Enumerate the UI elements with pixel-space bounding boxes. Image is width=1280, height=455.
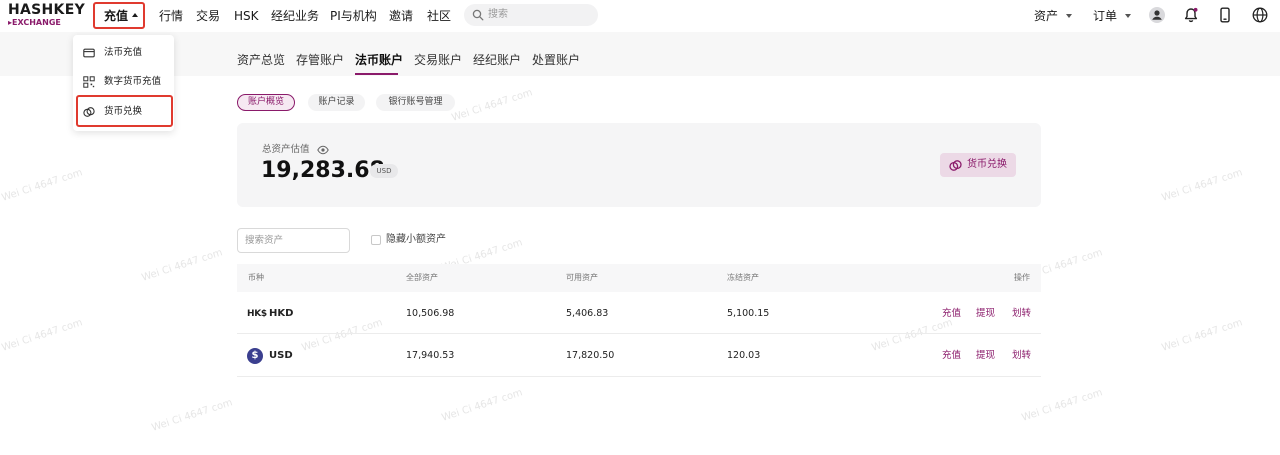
subtab-bank-accounts[interactable]: 银行账号管理 bbox=[376, 94, 455, 111]
watermark-text: Wei Ci 4647 com bbox=[440, 387, 524, 424]
top-navbar: HASHKEY ▸EXCHANGE 充值 行情 交易 HSK 经纪业务 PI与机… bbox=[0, 0, 1280, 32]
tab-brokerage-account[interactable]: 经纪账户 bbox=[473, 52, 521, 68]
caret-up-icon bbox=[132, 12, 139, 17]
nav-deposit-label: 充值 bbox=[104, 9, 129, 23]
transfer-link[interactable]: 划转 bbox=[1012, 308, 1031, 320]
usd-icon: $ bbox=[247, 348, 263, 364]
nav-assets-label: 资产 bbox=[1034, 9, 1059, 23]
watermark-text: Wei Ci 4647 com bbox=[140, 247, 224, 284]
transfer-link[interactable]: 划转 bbox=[1012, 350, 1031, 362]
nav-assets-menu[interactable]: 资产 bbox=[1034, 8, 1073, 24]
watermark-text: Wei Ci 4647 com bbox=[0, 317, 84, 354]
hide-small-assets-checkbox[interactable] bbox=[371, 235, 381, 245]
frozen-value: 120.03 bbox=[727, 350, 761, 361]
nav-deposit[interactable]: 充值 bbox=[104, 8, 139, 24]
withdraw-link[interactable]: 提现 bbox=[976, 350, 995, 362]
tab-disposal-account[interactable]: 处置账户 bbox=[532, 52, 580, 68]
top-search[interactable]: 搜索 bbox=[464, 4, 598, 26]
nav-market[interactable]: 行情 bbox=[159, 8, 183, 24]
watermark-text: Wei Ci 4647 com bbox=[1160, 167, 1244, 204]
logo-subtitle: ▸EXCHANGE bbox=[8, 18, 61, 27]
watermark-text: Wei Ci 4647 com bbox=[1160, 317, 1244, 354]
total-value: 10,506.98 bbox=[406, 308, 455, 319]
currency-exchange-highlight-box bbox=[76, 95, 173, 127]
assets-table-header: 币种 全部资产 可用资产 冻结资产 操作 bbox=[237, 264, 1041, 292]
globe-language-icon[interactable] bbox=[1251, 6, 1269, 24]
col-available: 可用资产 bbox=[566, 273, 598, 282]
col-actions: 操作 bbox=[1014, 273, 1030, 282]
subtab-account-overview[interactable]: 账户概览 bbox=[237, 94, 295, 111]
chevron-down-icon bbox=[1066, 13, 1073, 18]
hashkey-logo[interactable]: HASHKEY ▸EXCHANGE bbox=[8, 2, 86, 29]
watermark-text: Wei Ci 4647 com bbox=[0, 167, 84, 204]
col-currency: 币种 bbox=[248, 273, 264, 282]
user-avatar-icon[interactable] bbox=[1148, 6, 1166, 24]
currency-code: HKD bbox=[269, 308, 294, 319]
currency-code: USD bbox=[269, 350, 293, 361]
logo-wordmark: HASHKEY bbox=[8, 2, 86, 18]
tab-trading-account[interactable]: 交易账户 bbox=[414, 52, 462, 68]
nav-orders-label: 订单 bbox=[1093, 9, 1118, 23]
chevron-down-icon bbox=[1125, 13, 1132, 18]
total-assets-value: 19,283.68 bbox=[261, 158, 385, 183]
withdraw-link[interactable]: 提现 bbox=[976, 308, 995, 320]
hkd-icon: HK$ bbox=[247, 309, 267, 319]
account-tabs-bar bbox=[0, 32, 1280, 76]
search-icon bbox=[472, 9, 484, 21]
nav-brokerage[interactable]: 经纪业务 bbox=[271, 8, 319, 24]
total-assets-card: 总资产估值 19,283.68 USD 货币兑换 bbox=[237, 123, 1041, 207]
currency-exchange-label: 货币兑换 bbox=[967, 159, 1007, 170]
col-frozen: 冻结资产 bbox=[727, 273, 759, 282]
exchange-icon bbox=[949, 160, 962, 171]
currency-badge: USD bbox=[370, 164, 398, 178]
menu-item-crypto-deposit[interactable]: 数字货币充值 bbox=[83, 73, 173, 91]
nav-institutions[interactable]: PI与机构 bbox=[330, 8, 377, 24]
total-value: 17,940.53 bbox=[406, 350, 455, 361]
active-tab-indicator bbox=[355, 73, 398, 75]
available-value: 17,820.50 bbox=[566, 350, 615, 361]
notification-bell-icon[interactable] bbox=[1182, 6, 1200, 24]
mobile-app-icon[interactable] bbox=[1216, 6, 1234, 24]
tab-fiat-account[interactable]: 法币账户 bbox=[355, 52, 403, 68]
nav-trade[interactable]: 交易 bbox=[196, 8, 220, 24]
available-value: 5,406.83 bbox=[566, 308, 609, 319]
table-row: HK$ HKD 10,506.98 5,406.83 5,100.15 充值 提… bbox=[237, 292, 1041, 334]
watermark-text: Wei Ci 4647 com bbox=[150, 397, 234, 434]
currency-exchange-button[interactable]: 货币兑换 bbox=[940, 153, 1016, 177]
watermark-text: Wei Ci 4647 com bbox=[1020, 387, 1104, 424]
deposit-link[interactable]: 充值 bbox=[942, 350, 961, 362]
total-assets-label: 总资产估值 bbox=[262, 144, 310, 155]
asset-search-input[interactable] bbox=[238, 229, 349, 252]
menu-item-fiat-deposit[interactable]: 法币充值 bbox=[83, 44, 173, 62]
asset-search-field[interactable] bbox=[237, 228, 350, 253]
card-icon bbox=[83, 48, 95, 58]
menu-item-label: 数字货币充值 bbox=[104, 76, 162, 87]
frozen-value: 5,100.15 bbox=[727, 308, 770, 319]
qr-icon bbox=[83, 76, 95, 88]
nav-community[interactable]: 社区 bbox=[427, 8, 451, 24]
eye-icon[interactable] bbox=[317, 145, 329, 155]
subtab-account-records[interactable]: 账户记录 bbox=[308, 94, 365, 111]
nav-hsk[interactable]: HSK bbox=[234, 8, 259, 24]
nav-invite[interactable]: 邀请 bbox=[389, 8, 413, 24]
table-row: $ USD 17,940.53 17,820.50 120.03 充值 提现 划… bbox=[237, 335, 1041, 377]
deposit-link[interactable]: 充值 bbox=[942, 308, 961, 320]
menu-item-label: 法币充值 bbox=[104, 47, 143, 58]
hide-small-assets-label: 隐藏小额资产 bbox=[386, 234, 446, 245]
watermark-text: Wei Ci 4647 com bbox=[450, 87, 534, 124]
tab-custody-account[interactable]: 存管账户 bbox=[296, 52, 344, 68]
nav-orders-menu[interactable]: 订单 bbox=[1093, 8, 1132, 24]
search-placeholder: 搜索 bbox=[488, 9, 508, 20]
col-total: 全部资产 bbox=[406, 273, 438, 282]
tab-asset-overview[interactable]: 资产总览 bbox=[237, 52, 285, 68]
